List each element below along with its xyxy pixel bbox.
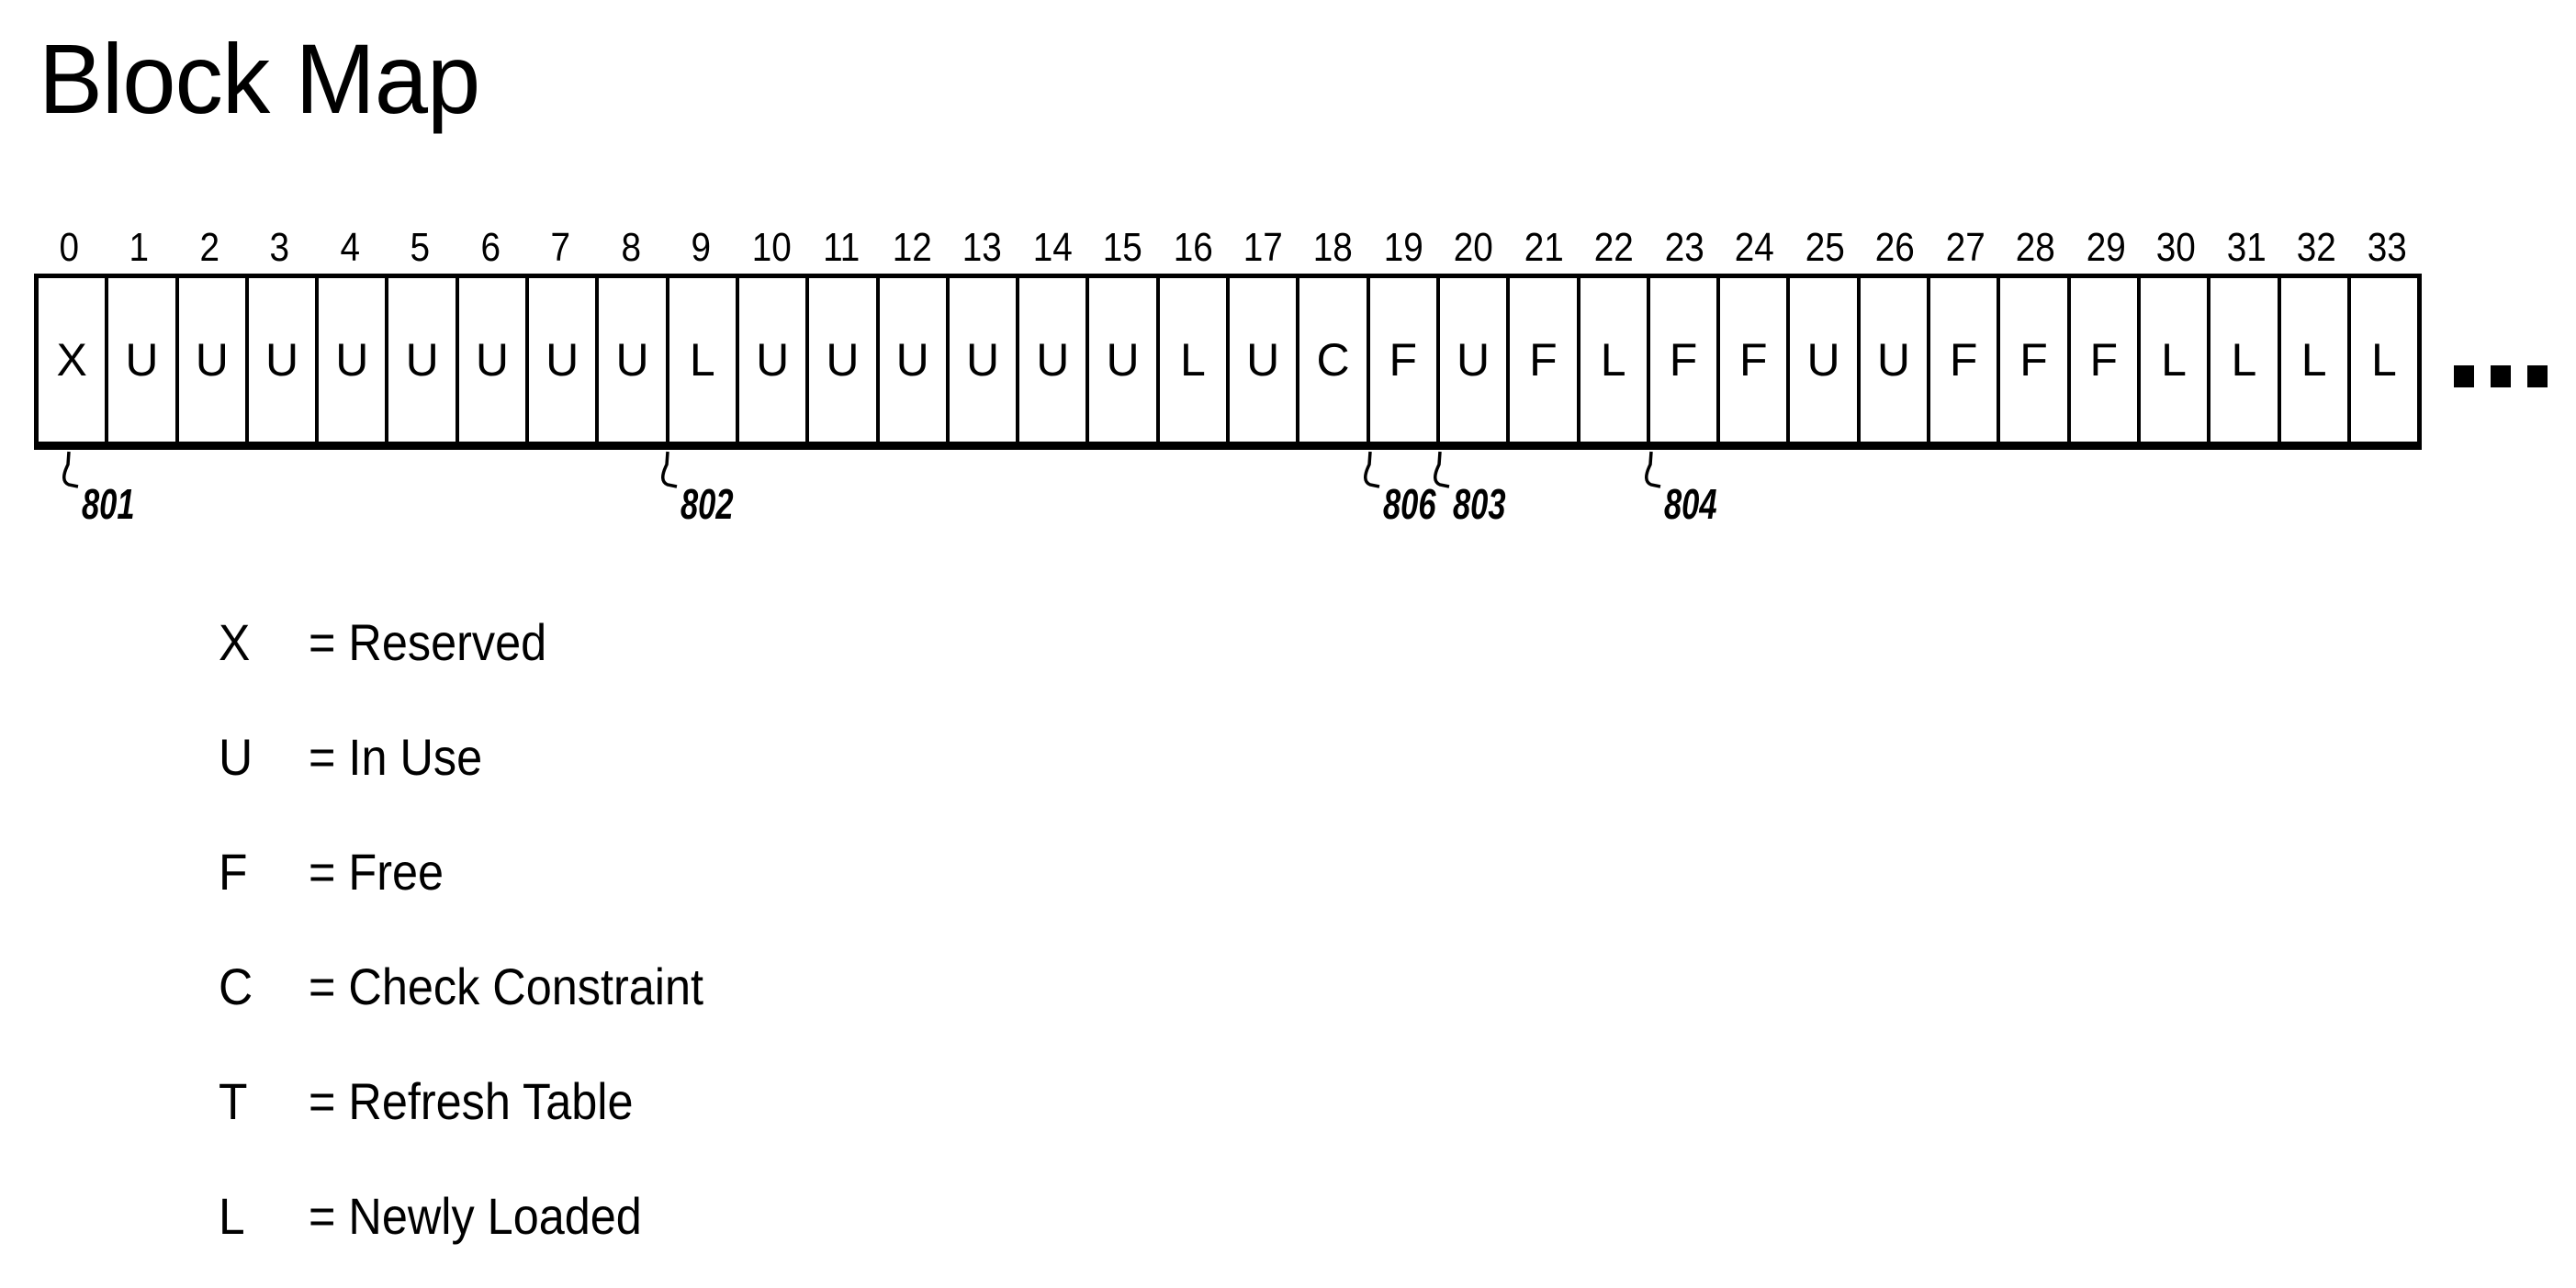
legend-symbol: C: [219, 958, 253, 1015]
legend-symbol: T: [219, 1072, 248, 1130]
legend-description: = Newly Loaded: [309, 1187, 642, 1245]
block-index-label: 0: [59, 225, 80, 270]
block-index-label: 7: [550, 225, 571, 270]
block-index-label: 18: [1313, 225, 1354, 270]
block-index-label: 25: [1805, 225, 1845, 270]
block-cell: U: [1089, 278, 1160, 442]
block-cell: U: [459, 278, 530, 442]
block-index-label: 8: [621, 225, 641, 270]
legend-symbol: U: [219, 728, 253, 786]
block-index-label: 11: [823, 225, 861, 270]
block-cell: F: [1650, 278, 1721, 442]
block-cell: L: [2210, 278, 2281, 442]
block-index-label: 20: [1454, 225, 1494, 270]
block-cell: L: [1580, 278, 1650, 442]
callout-label: 801: [82, 480, 135, 528]
block-cell: U: [1230, 278, 1300, 442]
block-index-label: 10: [751, 225, 792, 270]
block-index-label: 21: [1524, 225, 1564, 270]
callout-label: 804: [1663, 480, 1717, 528]
block-index-label: 19: [1383, 225, 1423, 270]
block-cell: U: [249, 278, 320, 442]
block-cell: U: [1019, 278, 1090, 442]
ellipsis-icon: [2454, 365, 2548, 387]
legend-symbol: L: [219, 1187, 245, 1245]
legend-item: U = In Use: [219, 721, 1045, 794]
block-cell: U: [950, 278, 1020, 442]
legend-symbol: X: [219, 613, 251, 671]
ellipsis-dot: [2527, 365, 2548, 387]
block-cell: L: [1160, 278, 1231, 442]
block-cell: F: [1930, 278, 2001, 442]
block-index-label: 22: [1594, 225, 1635, 270]
callout-label: 806: [1382, 480, 1436, 528]
diagram-title: Block Map: [39, 23, 480, 134]
block-cell: C: [1299, 278, 1370, 442]
block-cell: U: [529, 278, 600, 442]
block-index-row: 0 1 2 3 4 5 6 7 8 9 10 11 12 13 14 15 16 17 18 19 20 21 22 23 24…: [34, 220, 2422, 275]
block-cell: U: [179, 278, 249, 442]
ellipsis-dot: [2454, 365, 2474, 387]
block-cell: U: [388, 278, 459, 442]
block-cell: L: [2141, 278, 2211, 442]
block-cell: U: [1440, 278, 1511, 442]
block-cell: U: [108, 278, 179, 442]
block-index-label: 6: [480, 225, 501, 270]
block-cell: L: [2371, 334, 2397, 386]
block-index-label: 32: [2296, 225, 2336, 270]
block-index-label: 28: [2015, 225, 2055, 270]
callout-label: 803: [1453, 480, 1506, 528]
block-index-label: 29: [2086, 225, 2126, 270]
block-index-label: 12: [892, 225, 932, 270]
legend-symbol: F: [219, 843, 248, 901]
block-index-label: 16: [1173, 225, 1213, 270]
block-cell: U: [1790, 278, 1861, 442]
block-cell: F: [2000, 278, 2071, 442]
block-index-label: 23: [1664, 225, 1704, 270]
block-cell: U: [319, 278, 389, 442]
block-index-label: 33: [2367, 225, 2407, 270]
block-cell: F: [1370, 278, 1440, 442]
block-map: XUUUUUUUULUUUUUULUCFUFLFFUUFFFLLLL: [34, 274, 2422, 450]
block-cell: U: [880, 278, 950, 442]
legend-item: F = Free: [219, 835, 1045, 909]
legend-item: X = Reserved: [219, 606, 1045, 679]
block-index-label: 3: [269, 225, 290, 270]
ellipsis-dot: [2491, 365, 2511, 387]
block-index-label: 1: [129, 225, 150, 270]
block-index-label: 5: [410, 225, 431, 270]
block-cell: F: [1720, 278, 1791, 442]
block-cell: X: [39, 278, 109, 442]
block-cell: U: [809, 278, 880, 442]
block-index-label: 14: [1032, 225, 1073, 270]
block-index-label: 26: [1874, 225, 1916, 270]
block-index-label: 31: [2226, 225, 2267, 270]
legend-description: = Reserved: [309, 613, 547, 671]
block-cell: F: [1510, 278, 1580, 442]
block-index-label: 2: [199, 225, 219, 270]
callout-label: 802: [681, 480, 734, 528]
block-index-label: 15: [1102, 225, 1142, 270]
legend-item: C = Check Constraint: [219, 950, 1045, 1024]
block-cell: U: [599, 278, 669, 442]
block-index-label: 9: [691, 225, 712, 270]
block-cell: F: [2071, 278, 2141, 442]
block-cell: U: [1861, 278, 1931, 442]
legend-description: = In Use: [309, 728, 483, 786]
legend-item: L = Newly Loaded: [219, 1180, 1045, 1253]
block-index-label: 27: [1945, 225, 1985, 270]
block-index-label: 4: [340, 225, 360, 270]
block-cell: L: [2281, 278, 2351, 442]
legend-description: = Free: [309, 843, 444, 901]
block-cell: L: [669, 278, 739, 442]
block-index-label: 17: [1243, 225, 1283, 270]
legend-item: T = Refresh Table: [219, 1065, 1045, 1138]
block-index-label: 13: [962, 225, 1002, 270]
block-index-label: 24: [1734, 225, 1775, 270]
legend-description: = Refresh Table: [309, 1072, 634, 1130]
legend-description: = Check Constraint: [309, 958, 704, 1015]
block-cell: U: [739, 278, 810, 442]
block-index-label: 30: [2155, 225, 2196, 270]
